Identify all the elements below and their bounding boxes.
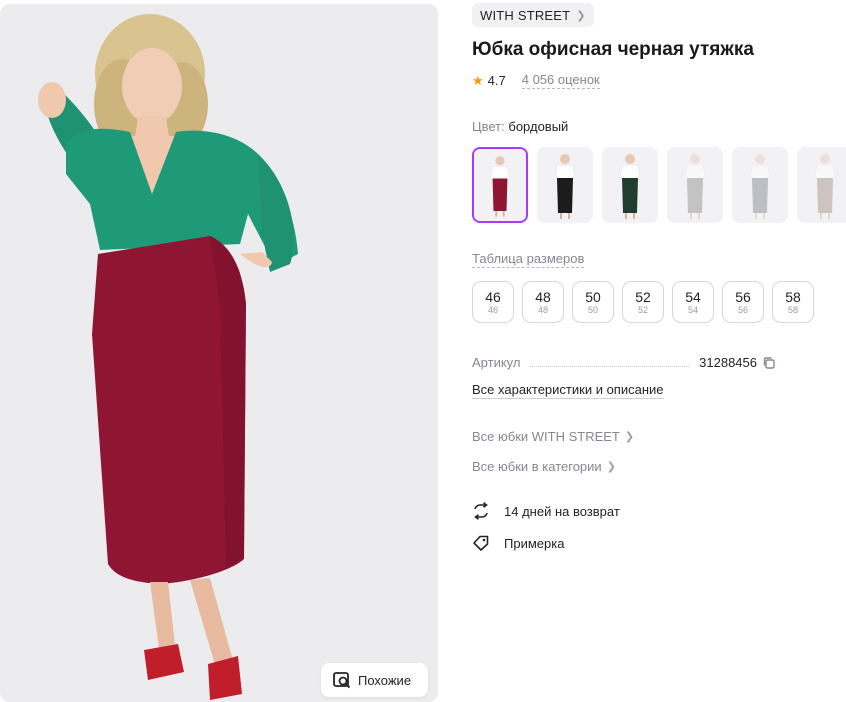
dotted-leader [530,358,690,367]
size-value: 56 [735,288,751,305]
color-thumbnail[interactable] [667,147,723,223]
all-specs-link[interactable]: Все характеристики и описание [472,382,664,399]
size-value: 58 [785,288,801,305]
size-option[interactable]: 56 56 [722,281,764,323]
search-image-icon [333,672,351,689]
size-sub-value: 58 [787,304,798,315]
size-sub-value: 56 [737,304,748,315]
category-skirts-label: Все юбки в категории [472,459,602,474]
size-value: 46 [485,288,501,305]
copy-icon[interactable] [762,356,776,370]
thumbnail-image [732,147,788,223]
thumbnail-image [537,147,593,223]
chevron-right-icon: ❯ [576,9,586,22]
product-title: Юбка офисная черная утяжка [472,39,754,60]
size-sub-value: 52 [637,304,648,315]
rating: ★ 4.7 4 056 оценок [472,72,600,89]
product-photo[interactable]: Похожие [0,4,438,702]
category-skirts-link[interactable]: Все юбки в категории ❯ [472,459,616,474]
size-value: 52 [635,288,651,305]
size-table-link[interactable]: Таблица размеров [472,251,585,268]
thumbnail-image [667,147,723,223]
size-option[interactable]: 50 50 [572,281,614,323]
article-value: 31288456 [699,355,757,370]
return-feature: 14 дней на возврат [472,502,620,520]
color-label: Цвет: бордовый [472,119,568,134]
size-selector: 46 46 48 48 50 50 52 52 54 54 56 56 58 58 [472,281,814,323]
color-thumbnails [472,147,846,223]
size-sub-value: 46 [487,304,498,315]
fitting-feature: Примерка [472,534,564,552]
similar-button[interactable]: Похожие [321,663,428,697]
tag-icon [473,535,489,551]
rating-value: 4.7 [487,73,506,88]
fitting-label: Примерка [504,535,565,551]
color-thumbnail[interactable] [602,147,658,223]
chevron-right-icon: ❯ [624,431,635,443]
reviews-link[interactable]: 4 056 оценок [521,72,600,89]
brand-link[interactable]: WITH STREET ❯ [472,3,594,27]
size-sub-value: 54 [687,304,698,315]
return-label: 14 дней на возврат [504,503,620,519]
article-label: Артикул [472,355,521,370]
similar-label: Похожие [358,672,412,688]
thumbnail-image [602,147,658,223]
size-value: 54 [685,288,701,305]
color-value: бордовый [508,119,569,134]
model-illustration [0,4,438,702]
size-option[interactable]: 46 46 [472,281,514,323]
brand-skirts-link[interactable]: Все юбки WITH STREET ❯ [472,429,634,444]
size-option[interactable]: 54 54 [672,281,714,323]
article-row: Артикул 31288456 [472,355,776,370]
size-option[interactable]: 52 52 [622,281,664,323]
size-value: 50 [585,288,601,305]
brand-name: WITH STREET [480,7,571,23]
size-option[interactable]: 48 48 [522,281,564,323]
return-arrows-icon [474,502,488,520]
size-sub-value: 48 [537,304,548,315]
color-label-prefix: Цвет: [472,119,505,134]
color-thumbnail[interactable] [797,147,846,223]
color-thumbnail[interactable] [537,147,593,223]
size-option[interactable]: 58 58 [772,281,814,323]
size-sub-value: 50 [587,304,598,315]
thumbnail-image [474,149,526,221]
brand-skirts-label: Все юбки WITH STREET [472,429,620,444]
thumbnail-image [797,147,846,223]
chevron-right-icon: ❯ [606,461,616,473]
size-value: 48 [535,288,551,305]
color-thumbnail[interactable] [472,147,528,223]
star-icon: ★ [472,72,484,88]
color-thumbnail[interactable] [732,147,788,223]
